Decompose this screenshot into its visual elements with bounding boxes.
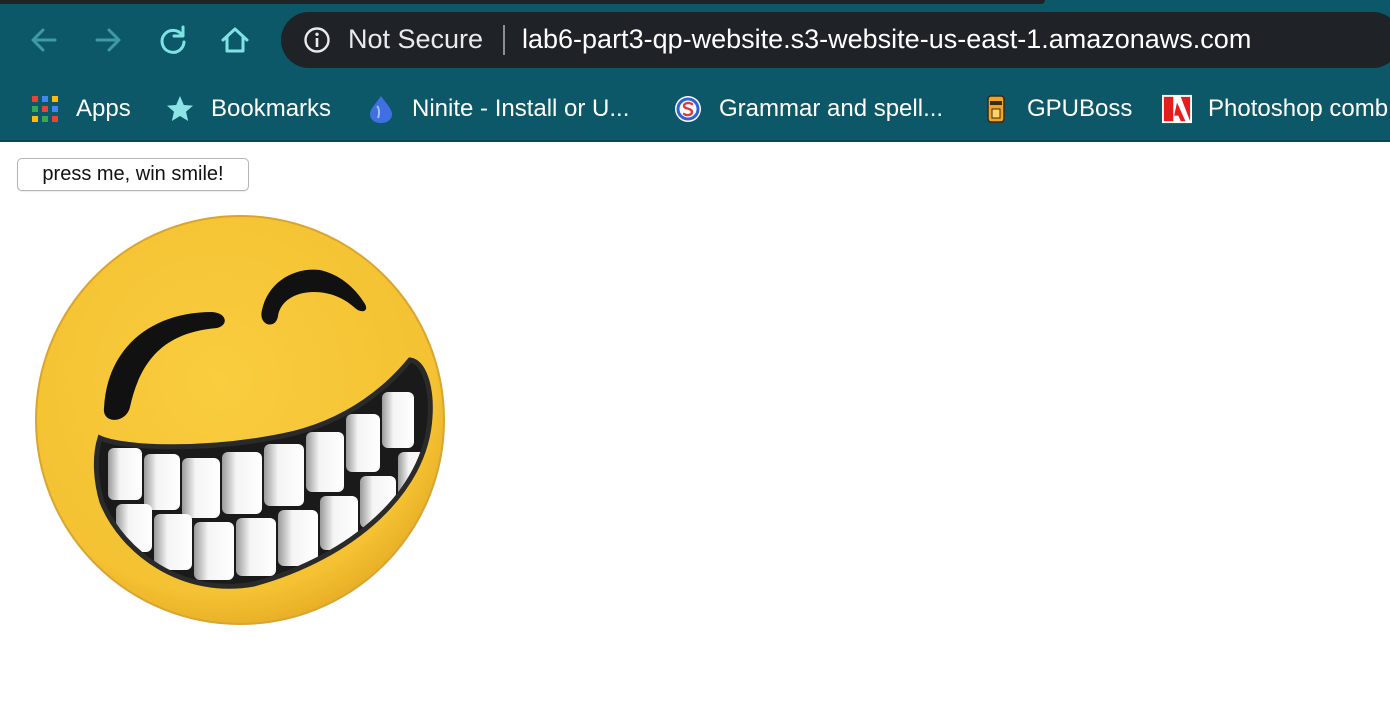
home-icon — [221, 27, 249, 53]
info-icon[interactable] — [303, 26, 331, 54]
gpuboss-icon — [981, 94, 1011, 124]
apps-grid-icon — [30, 94, 60, 124]
reload-button[interactable] — [153, 20, 193, 60]
bookmark-photoshop[interactable]: Photoshop comb — [1162, 88, 1388, 130]
bookmark-ninite[interactable]: Ninite - Install or U... — [366, 88, 629, 130]
bookmark-label: Ninite - Install or U... — [412, 95, 630, 122]
bookmark-label: Bookmarks — [211, 95, 332, 122]
address-bar[interactable]: Not Secure lab6-part3-qp-website.s3-webs… — [281, 12, 1390, 68]
tab-strip-edge — [0, 0, 1045, 4]
back-arrow-icon — [31, 28, 57, 52]
bookmark-label: Grammar and spell... — [719, 95, 944, 122]
bookmark-gpuboss[interactable]: GPUBoss — [981, 88, 1132, 130]
forward-button[interactable] — [88, 20, 128, 60]
star-icon — [165, 94, 195, 124]
bookmarks-bar: Apps Bookmarks Ninite - Install or U... … — [0, 78, 1390, 142]
bookmark-apps[interactable]: Apps — [30, 88, 131, 130]
laughing-smiley-image — [35, 215, 445, 625]
adobe-icon — [1162, 94, 1192, 124]
back-button[interactable] — [24, 20, 64, 60]
reload-icon — [160, 25, 186, 54]
security-label[interactable]: Not Secure — [348, 24, 483, 55]
home-button[interactable] — [215, 20, 255, 60]
bookmark-label: Photoshop comb — [1208, 95, 1389, 122]
forward-arrow-icon — [95, 28, 121, 52]
bookmark-label: Apps — [76, 95, 131, 122]
bookmark-grammar[interactable]: Grammar and spell... — [673, 88, 943, 130]
win-smile-button[interactable]: press me, win smile! — [17, 158, 249, 191]
ninite-icon — [366, 94, 396, 124]
bookmark-label: GPUBoss — [1027, 95, 1133, 122]
grammar-icon — [673, 94, 703, 124]
browser-toolbar: Not Secure lab6-part3-qp-website.s3-webs… — [0, 0, 1390, 78]
url-text[interactable]: lab6-part3-qp-website.s3-website-us-east… — [522, 24, 1251, 55]
bookmark-bookmarks[interactable]: Bookmarks — [165, 88, 331, 130]
address-divider — [503, 25, 505, 55]
